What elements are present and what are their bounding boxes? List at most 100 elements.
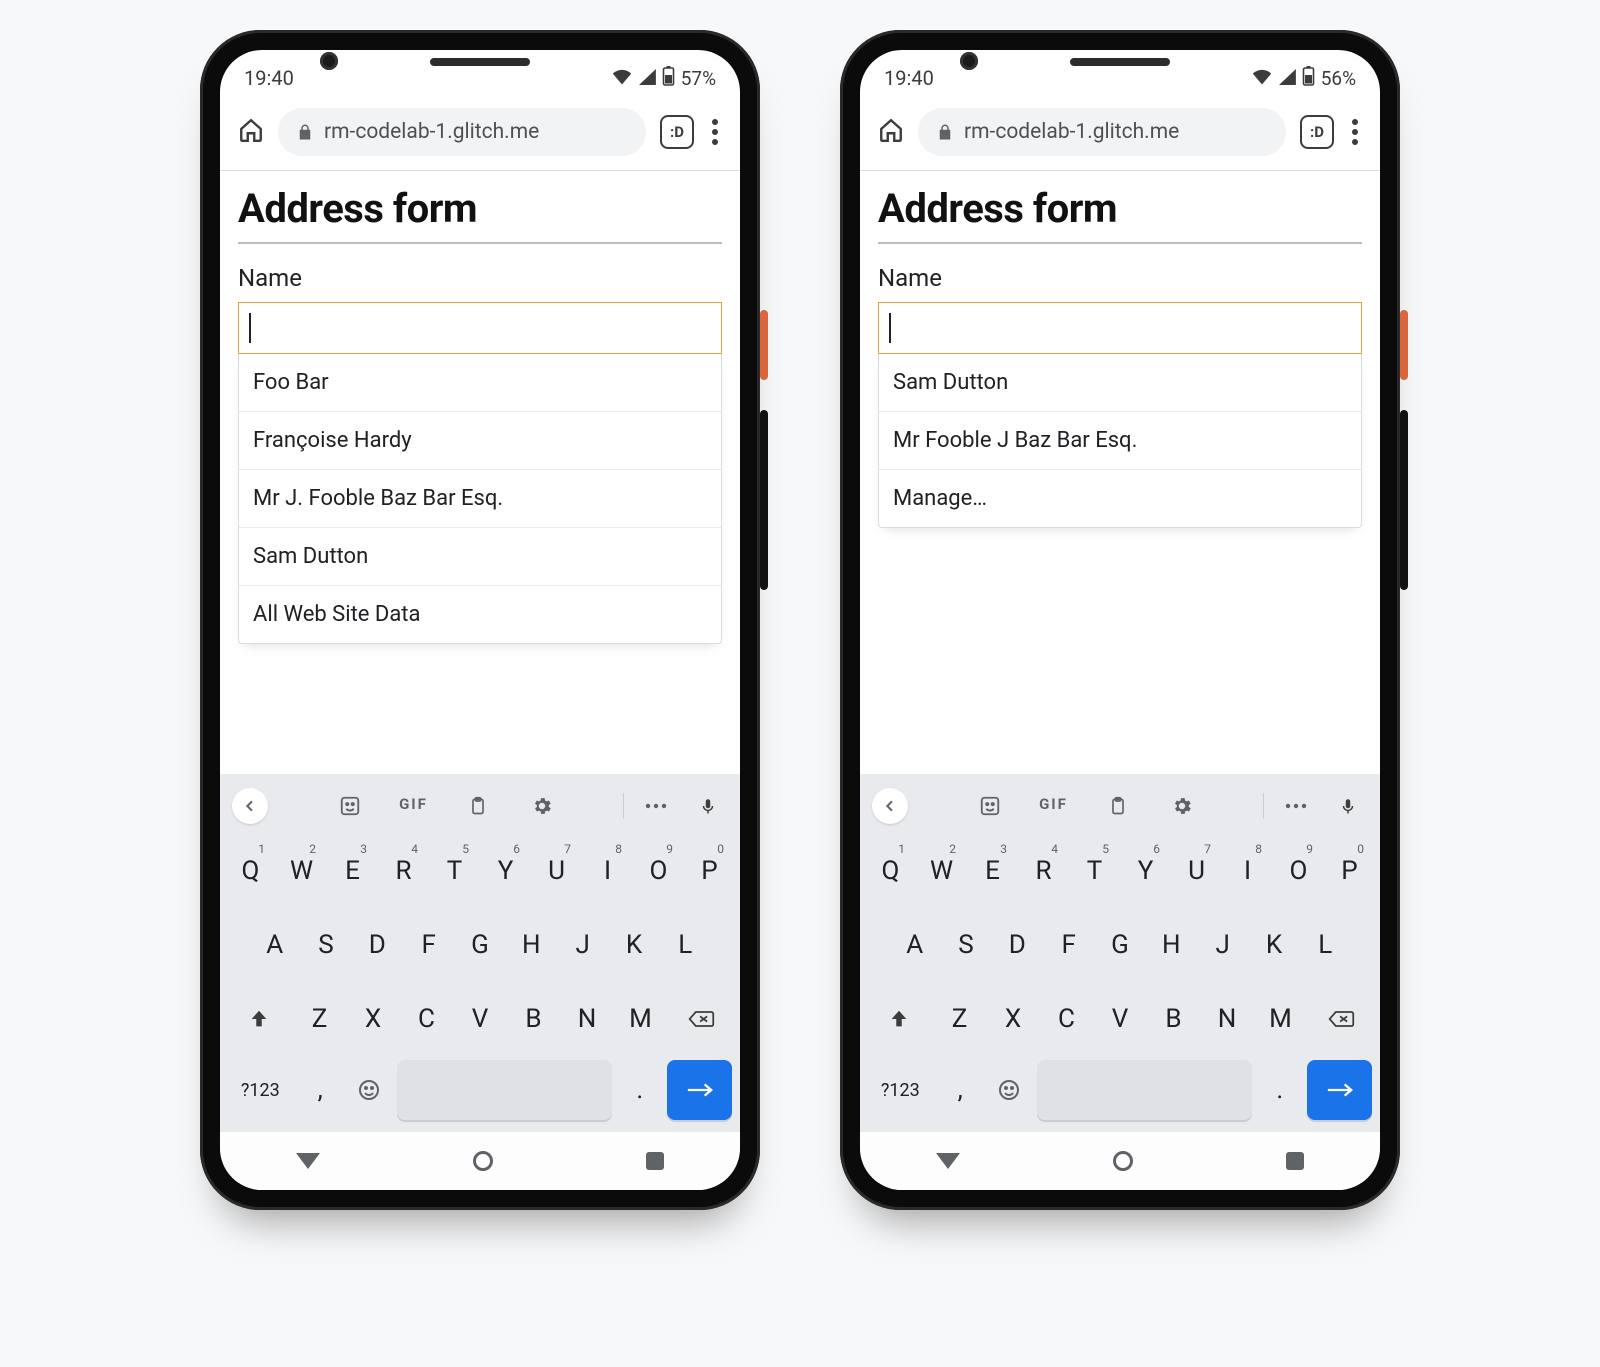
settings-icon[interactable]: [522, 795, 562, 817]
key-p[interactable]: 0P: [1327, 838, 1372, 904]
key-g[interactable]: G: [1097, 912, 1142, 978]
key-r[interactable]: 4R: [1021, 838, 1066, 904]
clipboard-icon[interactable]: [458, 795, 498, 817]
key-u[interactable]: 7U: [534, 838, 579, 904]
tabs-button[interactable]: :D: [660, 115, 694, 149]
shift-key[interactable]: [868, 986, 930, 1052]
key-e[interactable]: 3E: [970, 838, 1015, 904]
key-f[interactable]: F: [1046, 912, 1091, 978]
backspace-key[interactable]: [670, 986, 732, 1052]
key-s[interactable]: S: [943, 912, 988, 978]
key-z[interactable]: Z: [936, 986, 984, 1052]
key-m[interactable]: M: [1257, 986, 1305, 1052]
suggestion-item[interactable]: Françoise Hardy: [239, 411, 721, 469]
nav-back-icon[interactable]: [296, 1153, 320, 1169]
tabs-button[interactable]: :D: [1300, 115, 1334, 149]
sticker-icon[interactable]: [330, 795, 370, 817]
enter-key[interactable]: [1307, 1060, 1372, 1120]
shift-key[interactable]: [228, 986, 290, 1052]
key-e[interactable]: 3E: [330, 838, 375, 904]
key-t[interactable]: 5T: [432, 838, 477, 904]
emoji-key[interactable]: [348, 1060, 391, 1120]
symbols-key[interactable]: ?123: [868, 1060, 933, 1120]
key-v[interactable]: V: [456, 986, 504, 1052]
suggestion-item[interactable]: All Web Site Data: [239, 585, 721, 643]
key-z[interactable]: Z: [296, 986, 344, 1052]
key-q[interactable]: 1Q: [868, 838, 913, 904]
sticker-icon[interactable]: [970, 795, 1010, 817]
key-m[interactable]: M: [617, 986, 665, 1052]
key-p[interactable]: 0P: [687, 838, 732, 904]
key-j[interactable]: J: [1200, 912, 1245, 978]
kb-collapse-icon[interactable]: [872, 788, 908, 824]
key-b[interactable]: B: [510, 986, 558, 1052]
key-a[interactable]: A: [252, 912, 297, 978]
key-n[interactable]: N: [1203, 986, 1251, 1052]
key-b[interactable]: B: [1150, 986, 1198, 1052]
gif-button[interactable]: GIF: [1034, 795, 1074, 817]
key-w[interactable]: 2W: [279, 838, 324, 904]
key-o[interactable]: 9O: [1276, 838, 1321, 904]
name-input[interactable]: [878, 302, 1362, 354]
mic-icon[interactable]: [1328, 795, 1368, 817]
key-k[interactable]: K: [611, 912, 656, 978]
home-icon[interactable]: [238, 117, 264, 147]
key-n[interactable]: N: [563, 986, 611, 1052]
spacebar-key[interactable]: [1037, 1060, 1252, 1120]
period-key[interactable]: .: [618, 1060, 661, 1120]
spacebar-key[interactable]: [397, 1060, 612, 1120]
address-bar[interactable]: rm-codelab-1.glitch.me: [918, 108, 1286, 156]
key-a[interactable]: A: [892, 912, 937, 978]
key-v[interactable]: V: [1096, 986, 1144, 1052]
more-icon[interactable]: [636, 801, 676, 811]
key-l[interactable]: L: [663, 912, 708, 978]
key-h[interactable]: H: [509, 912, 554, 978]
key-o[interactable]: 9O: [636, 838, 681, 904]
key-x[interactable]: X: [989, 986, 1037, 1052]
key-i[interactable]: 8I: [585, 838, 630, 904]
emoji-key[interactable]: [988, 1060, 1031, 1120]
home-icon[interactable]: [878, 117, 904, 147]
nav-recents-icon[interactable]: [1286, 1152, 1304, 1170]
key-y[interactable]: 6Y: [483, 838, 528, 904]
clipboard-icon[interactable]: [1098, 795, 1138, 817]
overflow-menu-icon[interactable]: [708, 119, 722, 145]
nav-home-icon[interactable]: [1113, 1151, 1133, 1171]
nav-recents-icon[interactable]: [646, 1152, 664, 1170]
suggestion-item[interactable]: Sam Dutton: [239, 527, 721, 585]
comma-key[interactable]: ,: [299, 1060, 342, 1120]
gif-button[interactable]: GIF: [394, 795, 434, 817]
key-d[interactable]: D: [995, 912, 1040, 978]
suggestion-item[interactable]: Sam Dutton: [879, 354, 1361, 411]
overflow-menu-icon[interactable]: [1348, 119, 1362, 145]
key-r[interactable]: 4R: [381, 838, 426, 904]
key-c[interactable]: C: [1043, 986, 1091, 1052]
suggestion-item[interactable]: Foo Bar: [239, 354, 721, 411]
key-i[interactable]: 8I: [1225, 838, 1270, 904]
nav-back-icon[interactable]: [936, 1153, 960, 1169]
enter-key[interactable]: [667, 1060, 732, 1120]
nav-home-icon[interactable]: [473, 1151, 493, 1171]
key-x[interactable]: X: [349, 986, 397, 1052]
suggestion-item[interactable]: Manage…: [879, 469, 1361, 527]
key-j[interactable]: J: [560, 912, 605, 978]
key-d[interactable]: D: [355, 912, 400, 978]
mic-icon[interactable]: [688, 795, 728, 817]
comma-key[interactable]: ,: [939, 1060, 982, 1120]
key-l[interactable]: L: [1303, 912, 1348, 978]
key-w[interactable]: 2W: [919, 838, 964, 904]
address-bar[interactable]: rm-codelab-1.glitch.me: [278, 108, 646, 156]
settings-icon[interactable]: [1162, 795, 1202, 817]
name-input[interactable]: [238, 302, 722, 354]
key-h[interactable]: H: [1149, 912, 1194, 978]
kb-collapse-icon[interactable]: [232, 788, 268, 824]
key-u[interactable]: 7U: [1174, 838, 1219, 904]
suggestion-item[interactable]: Mr Fooble J Baz Bar Esq.: [879, 411, 1361, 469]
key-g[interactable]: G: [457, 912, 502, 978]
backspace-key[interactable]: [1310, 986, 1372, 1052]
key-t[interactable]: 5T: [1072, 838, 1117, 904]
key-y[interactable]: 6Y: [1123, 838, 1168, 904]
key-k[interactable]: K: [1251, 912, 1296, 978]
key-q[interactable]: 1Q: [228, 838, 273, 904]
key-f[interactable]: F: [406, 912, 451, 978]
